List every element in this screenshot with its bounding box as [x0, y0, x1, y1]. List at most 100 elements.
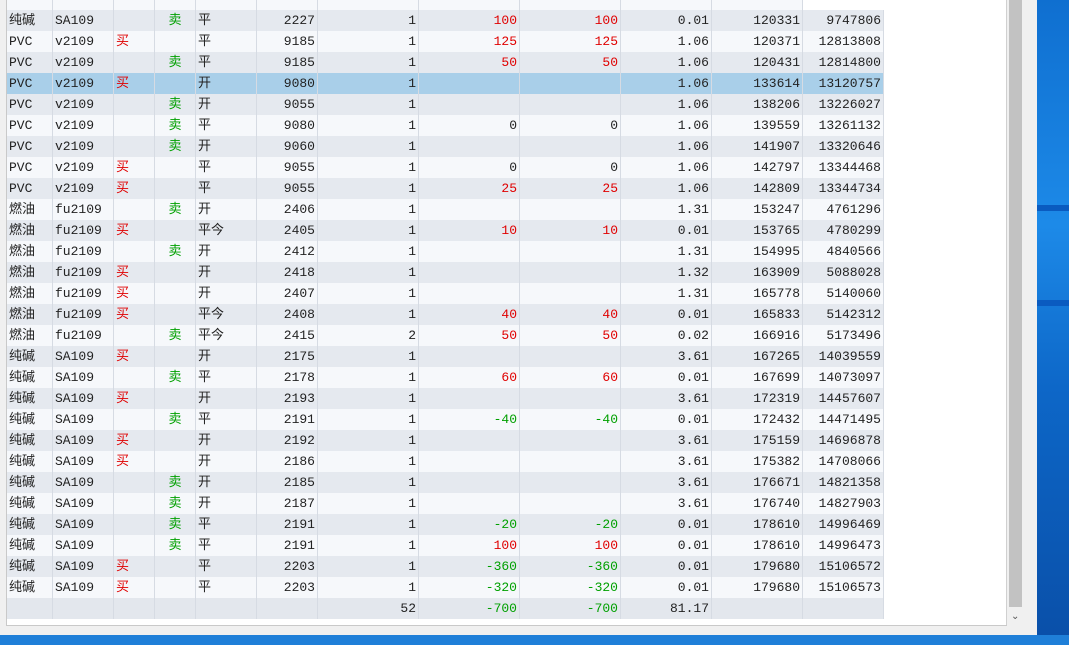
cell-product: 燃油 [7, 241, 53, 262]
cell-pnl2 [519, 199, 621, 220]
table-row[interactable]: 纯碱 SA109 卖平 2178 1 60 60 0.01 167699 14073097 [7, 367, 884, 388]
cell-buy [113, 493, 155, 514]
table-row[interactable]: PVC v2109 买平 9055 1 0 0 1.06 142797 13344468 [7, 157, 884, 178]
cell-qty: 1 [317, 493, 419, 514]
cell-pnl2: 0 [519, 157, 621, 178]
table-row[interactable]: PVC v2109 卖开 9055 1 1.06 138206 13226027 [7, 94, 884, 115]
table-row[interactable]: PVC v2109 买 开 9080 1 1.06 133614 13120757 [7, 73, 884, 94]
cell-buy [113, 472, 155, 493]
table-row[interactable]: PVC v2109 买平 9185 1 125 125 1.06 120371 12813808 [7, 31, 884, 52]
cell-pnl2 [519, 73, 621, 94]
table-row-partial[interactable] [7, 0, 884, 10]
cell-id2: 13120757 [802, 73, 884, 94]
cell-fee: 1.32 [620, 262, 712, 283]
table-row[interactable]: 纯碱 SA109 卖平 2191 1 -40 -40 0.01 172432 14471495 [7, 409, 884, 430]
table-row[interactable]: 燃油 fu2109 买 开 2407 1 1.31 165778 5140060 [7, 283, 884, 304]
table-row[interactable]: PVC v2109 卖开 9060 1 1.06 141907 13320646 [7, 136, 884, 157]
cell-id2: 14696878 [802, 430, 884, 451]
cell-offset: 平 [195, 178, 257, 199]
vertical-scrollbar[interactable]: ⌄ [1006, 0, 1025, 625]
table-row[interactable]: 纯碱 SA109 买 开 2186 1 3.61 175382 14708066 [7, 451, 884, 472]
cell-pnl: -360 [418, 556, 520, 577]
cell-qty: 1 [317, 115, 419, 136]
scrollbar-thumb[interactable] [1009, 0, 1022, 607]
cell-fee: 1.06 [620, 136, 712, 157]
cell-product: 纯碱 [7, 556, 53, 577]
table-row[interactable]: 燃油 fu2109 卖平今 2415 2 50 50 0.02 166916 5173496 [7, 325, 884, 346]
cell-offset: 开 [195, 430, 257, 451]
cell-fee: 0.01 [620, 304, 712, 325]
cell-offset: 开 [195, 241, 257, 262]
cell-buy [113, 241, 155, 262]
table-row[interactable]: PVC v2109 买平 9055 1 25 25 1.06 142809 13344734 [7, 178, 884, 199]
cell-offset: 平 [195, 52, 257, 73]
table-row[interactable]: 燃油 fu2109 卖开 2412 1 1.31 154995 4840566 [7, 241, 884, 262]
cell-id2: 4840566 [802, 241, 884, 262]
cell-qty: 1 [317, 52, 419, 73]
cell-product: 纯碱 [7, 10, 53, 31]
cell-fee: 3.61 [620, 493, 712, 514]
cell-buy: 买 [113, 157, 155, 178]
table-row[interactable]: 纯碱 SA109 买 开 2193 1 3.61 172319 14457607 [7, 388, 884, 409]
cell-offset: 开 [195, 199, 257, 220]
cell-price: 9060 [256, 136, 318, 157]
cell-product: 纯碱 [7, 409, 53, 430]
cell-buy [113, 514, 155, 535]
cell-fee: 0.01 [620, 535, 712, 556]
cell-price: 2408 [256, 304, 318, 325]
table-row[interactable]: 纯碱 SA109 卖开 2185 1 3.61 176671 14821358 [7, 472, 884, 493]
cell-buy [113, 52, 155, 73]
cell-sell [154, 283, 196, 304]
cell-price: 9080 [256, 115, 318, 136]
table-row[interactable]: 纯碱 SA109 卖平 2191 1 -20 -20 0.01 178610 14996469 [7, 514, 884, 535]
table-row[interactable]: 燃油 fu2109 卖开 2406 1 1.31 153247 4761296 [7, 199, 884, 220]
cell-contract: SA109 [52, 535, 114, 556]
table-row[interactable]: 纯碱 SA109 买 开 2192 1 3.61 175159 14696878 [7, 430, 884, 451]
table-row[interactable]: 纯碱 SA109 卖平 2227 1 100 100 0.01 120331 9747806 [7, 10, 884, 31]
cell-offset: 开 [195, 493, 257, 514]
cell-contract: SA109 [52, 10, 114, 31]
table-row[interactable]: PVC v2109 卖平 9080 1 0 0 1.06 139559 13261132 [7, 115, 884, 136]
cell-fee: 1.06 [620, 178, 712, 199]
table-row[interactable]: 纯碱 SA109 买平 2203 1 -320 -320 0.01 179680 15106573 [7, 577, 884, 598]
cell-buy: 买 [113, 346, 155, 367]
cell-qty: 1 [317, 577, 419, 598]
cell-pnl2: 25 [519, 178, 621, 199]
cell-product: 纯碱 [7, 388, 53, 409]
cell-qty: 1 [317, 220, 419, 241]
cell-id1: 176671 [711, 472, 803, 493]
cell-qty: 1 [317, 178, 419, 199]
cell-offset: 开 [195, 136, 257, 157]
cell-id1: 166916 [711, 325, 803, 346]
table-row[interactable]: 纯碱 SA109 买 开 2175 1 3.61 167265 14039559 [7, 346, 884, 367]
table-row[interactable]: 燃油 fu2109 买 开 2418 1 1.32 163909 5088028 [7, 262, 884, 283]
table-row[interactable]: 燃油 fu2109 买平今 2408 1 40 40 0.01 165833 5142312 [7, 304, 884, 325]
total-empty-cell [256, 598, 318, 619]
cell-qty: 1 [317, 94, 419, 115]
totals-row: 52 -700 -700 81.17 [7, 598, 884, 619]
table-row[interactable]: 纯碱 SA109 卖平 2191 1 100 100 0.01 178610 14996473 [7, 535, 884, 556]
cell-offset: 平今 [195, 220, 257, 241]
cell-fee: 1.31 [620, 283, 712, 304]
cell-contract: SA109 [52, 577, 114, 598]
table-row[interactable]: PVC v2109 卖平 9185 1 50 50 1.06 120431 12814800 [7, 52, 884, 73]
cell-pnl [418, 94, 520, 115]
cell-fee: 3.61 [620, 430, 712, 451]
cell-qty: 1 [317, 430, 419, 451]
cell-product: 纯碱 [7, 514, 53, 535]
cell-qty: 1 [317, 31, 419, 52]
cell-offset: 开 [195, 388, 257, 409]
cell-fee: 3.61 [620, 472, 712, 493]
cell-buy: 买 [113, 31, 155, 52]
cell-price: 2191 [256, 535, 318, 556]
total-empty-cell [52, 598, 114, 619]
cell-product: PVC [7, 178, 53, 199]
scroll-down-arrow-icon[interactable]: ⌄ [1011, 611, 1019, 622]
cell-id1: 133614 [711, 73, 803, 94]
table-row[interactable]: 纯碱 SA109 买平 2203 1 -360 -360 0.01 179680 15106572 [7, 556, 884, 577]
cell-buy [113, 409, 155, 430]
table-row[interactable]: 燃油 fu2109 买平今 2405 1 10 10 0.01 153765 4780299 [7, 220, 884, 241]
table-row[interactable]: 纯碱 SA109 卖开 2187 1 3.61 176740 14827903 [7, 493, 884, 514]
cell-price: 9185 [256, 31, 318, 52]
cell-id1: 142809 [711, 178, 803, 199]
